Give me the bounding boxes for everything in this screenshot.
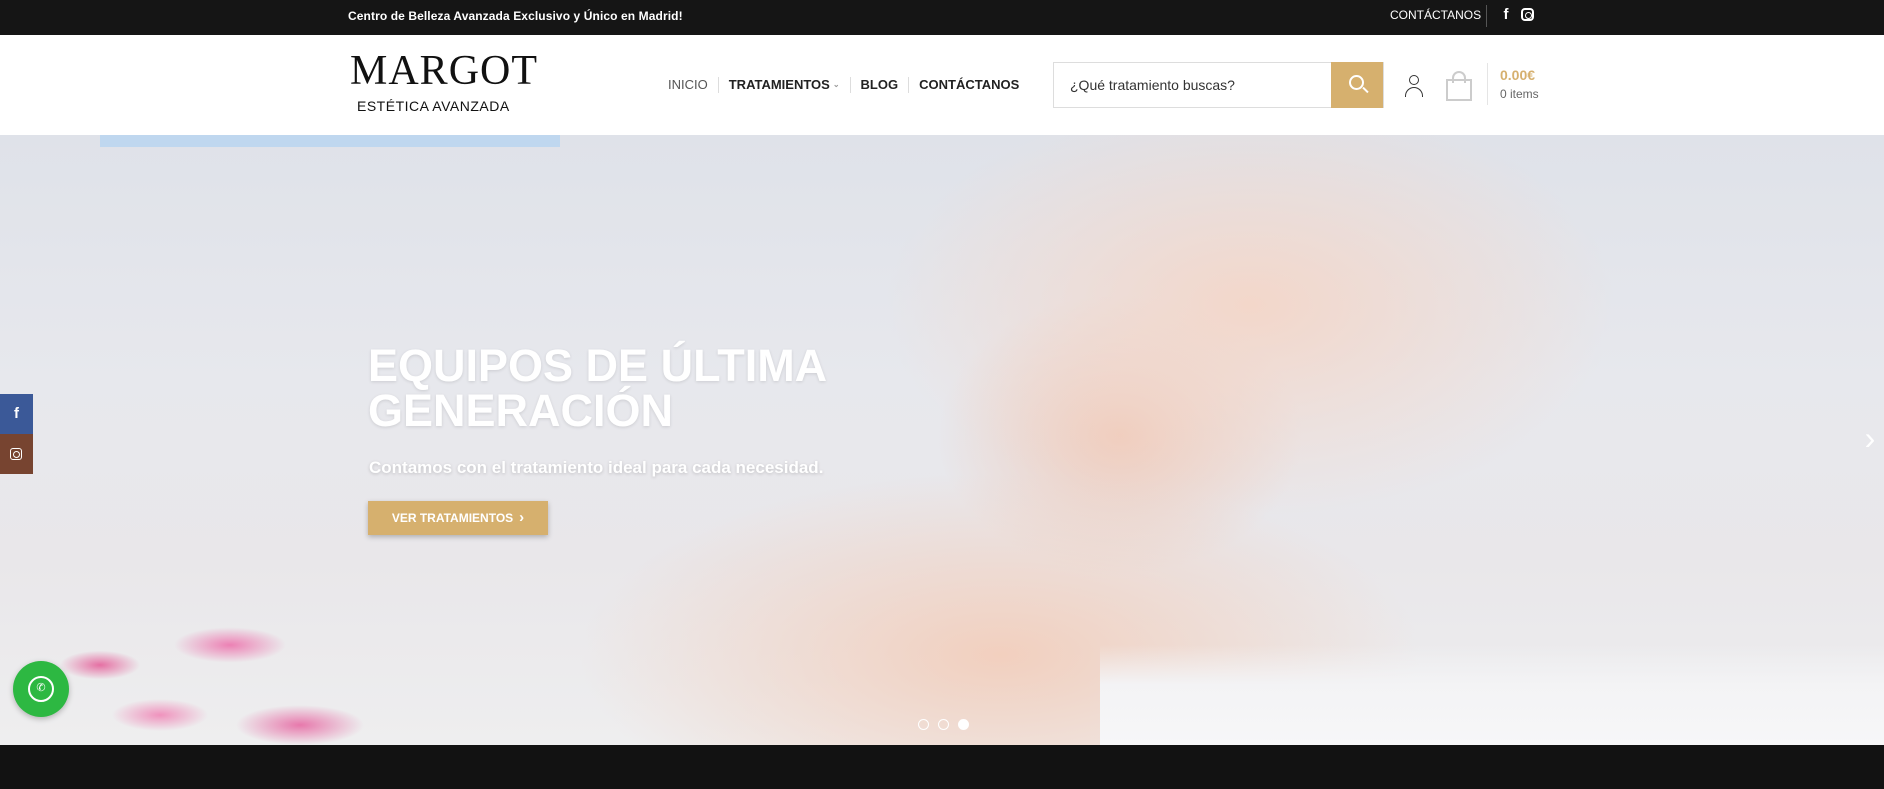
slider-dot-1[interactable]	[918, 719, 929, 730]
site-header: MARGOT ESTÉTICA AVANZADA INICIO TRATAMIE…	[0, 35, 1884, 135]
next-slide-arrow[interactable]: ›	[1860, 422, 1880, 454]
search-button[interactable]	[1331, 62, 1383, 108]
cart-total[interactable]: 0.00€	[1500, 67, 1535, 83]
search-input[interactable]	[1054, 63, 1331, 107]
slider-dot-3[interactable]	[958, 719, 969, 730]
logo-subtitle[interactable]: ESTÉTICA AVANZADA	[357, 98, 510, 114]
facebook-share-button[interactable]: f	[0, 394, 33, 434]
top-bar: Centro de Belleza Avanzada Exclusivo y Ú…	[0, 0, 1884, 35]
towel-decoration	[1100, 645, 1884, 745]
chevron-down-icon: ⌄	[832, 80, 840, 90]
instagram-icon	[10, 448, 22, 460]
divider	[1486, 5, 1487, 27]
hero-subtitle: Contamos con el tratamiento ideal para c…	[369, 458, 824, 477]
main-nav: INICIO TRATAMIENTOS ⌄ BLOG CONTÁCTANOS	[668, 76, 1029, 94]
cart-count[interactable]: 0 items	[1500, 87, 1539, 101]
logo[interactable]: MARGOT	[350, 47, 538, 95]
promo-text: Centro de Belleza Avanzada Exclusivo y Ú…	[348, 9, 683, 23]
nav-item-blog[interactable]: BLOG	[849, 77, 909, 93]
hero-slider: EQUIPOS DE ÚLTIMA GENERACIÓN Contamos co…	[0, 135, 1884, 745]
instagram-icon[interactable]	[1521, 8, 1534, 21]
nav-item-tratamientos[interactable]: TRATAMIENTOS ⌄	[717, 76, 850, 94]
search-box	[1053, 62, 1384, 108]
whatsapp-chat-button[interactable]: ✆	[13, 661, 69, 717]
facebook-icon[interactable]: f	[1500, 6, 1512, 24]
cta-label: VER TRATAMIENTOS	[391, 511, 514, 525]
divider	[1487, 63, 1488, 105]
slider-dot-2[interactable]	[938, 719, 949, 730]
nav-item-label: TRATAMIENTOS	[728, 76, 830, 92]
user-account-icon[interactable]	[1403, 75, 1425, 99]
facebook-icon: f	[14, 405, 19, 422]
chevron-right-icon: ›	[519, 509, 525, 526]
nav-item-contactanos[interactable]: CONTÁCTANOS	[908, 77, 1029, 93]
slider-dots	[918, 719, 969, 730]
hero-title: EQUIPOS DE ÚLTIMA GENERACIÓN	[368, 340, 826, 436]
background-detail	[100, 135, 560, 147]
ver-tratamientos-button[interactable]: VER TRATAMIENTOS ›	[368, 501, 548, 535]
nav-item-inicio[interactable]: INICIO	[668, 77, 718, 93]
footer-strip	[0, 745, 1884, 789]
shopping-bag-icon[interactable]	[1446, 71, 1472, 101]
topbar-contact-link[interactable]: CONTÁCTANOS	[1390, 8, 1481, 22]
instagram-share-button[interactable]	[0, 434, 33, 474]
